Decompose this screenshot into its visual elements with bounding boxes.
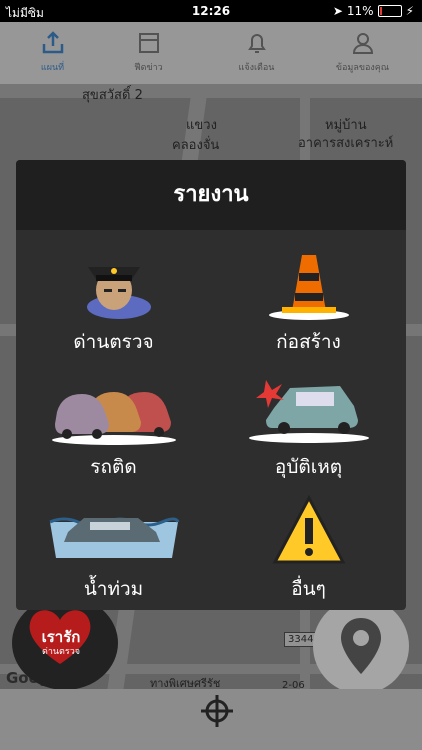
crosshair-icon[interactable] [199,693,235,729]
police-officer-icon [86,267,151,319]
modal-title: รายงาน [16,160,406,230]
charging-icon: ⚡ [405,4,414,18]
logo-subtext: ด่านตรวจ [41,647,81,657]
traffic-cone-icon [268,255,349,320]
report-grid: ด่านตรวจ ก่อสร้าง รถติด อุบัติเหตุ น้ำท่… [16,230,406,610]
car-crash-icon [248,380,369,443]
flood-car-icon [48,517,179,558]
battery-icon [377,5,402,17]
report-label: ก่อสร้าง [276,331,341,353]
report-label: อื่นๆ [291,578,326,600]
warning-sign-icon [272,494,345,564]
report-other-button[interactable]: อื่นๆ [211,492,406,610]
report-checkpoint-button[interactable]: ด่านตรวจ [16,245,211,370]
report-modal: รายงาน ด่านตรวจ ก่อสร้าง รถติด อุบัติเหต… [16,160,406,610]
status-bar: ไม่มีซิม 12:26 ➤ 11% ⚡ [0,0,422,22]
report-label: อุบัติเหตุ [274,456,343,478]
report-construction-button[interactable]: ก่อสร้าง [211,245,406,370]
location-arrow-icon: ➤ [332,4,343,18]
report-label: น้ำท่วม [83,578,144,600]
traffic-jam-icon [51,392,176,445]
report-label: ด่านตรวจ [73,331,154,353]
status-right: ➤ 11% ⚡ [333,4,414,18]
my-location-button[interactable] [313,598,409,694]
battery-percent: 11% [346,4,374,18]
report-traffic-jam-button[interactable]: รถติด [16,370,211,495]
map-pin-icon [341,618,381,674]
report-flood-button[interactable]: น้ำท่วม [16,492,211,610]
report-label: รถติด [90,456,137,478]
report-accident-button[interactable]: อุบัติเหตุ [211,370,406,495]
